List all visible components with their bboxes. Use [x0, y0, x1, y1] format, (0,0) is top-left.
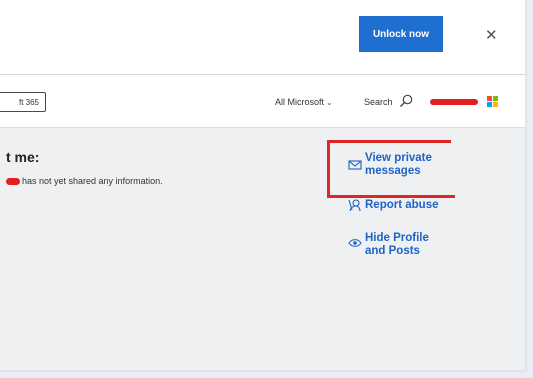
view-private-messages-link[interactable]: View private messages — [348, 152, 432, 178]
microsoft-logo-icon[interactable] — [487, 96, 499, 108]
redacted-account-name — [430, 99, 478, 105]
view-messages-line1: View private — [365, 152, 432, 164]
upgrade-banner: Unlock now ✕ — [0, 0, 525, 75]
report-abuse-label: Report abuse — [365, 199, 439, 211]
unlock-now-button[interactable]: Unlock now — [359, 16, 443, 52]
search-label: Search — [364, 97, 393, 107]
all-microsoft-menu[interactable]: All Microsoft ⌄ — [275, 97, 333, 107]
microsoft-365-button[interactable]: ft 365 — [0, 92, 46, 112]
report-abuse-link[interactable]: Report abuse — [348, 199, 439, 212]
hide-profile-link[interactable]: Hide Profile and Posts — [348, 232, 429, 258]
about-me-heading: t me: — [6, 149, 40, 165]
eye-icon — [348, 239, 362, 247]
envelope-icon — [348, 160, 362, 170]
about-me-text: has not yet shared any information. — [22, 176, 163, 186]
profile-content: t me: has not yet shared any information… — [0, 128, 525, 370]
all-microsoft-label: All Microsoft — [275, 97, 325, 107]
site-header: ft 365 All Microsoft ⌄ Search — [0, 75, 525, 128]
report-flag-icon — [348, 199, 361, 211]
search-icon — [400, 94, 413, 107]
browser-window: Unlock now ✕ ft 365 All Microsoft ⌄ Searc… — [0, 0, 527, 372]
search-button[interactable]: Search — [364, 94, 413, 107]
hide-profile-line2: and Posts — [365, 245, 420, 257]
view-messages-line2: messages — [365, 165, 421, 177]
hide-profile-line1: Hide Profile — [365, 232, 429, 244]
redacted-username — [6, 178, 20, 185]
close-icon[interactable]: ✕ — [485, 28, 498, 43]
chevron-down-icon: ⌄ — [326, 98, 333, 107]
